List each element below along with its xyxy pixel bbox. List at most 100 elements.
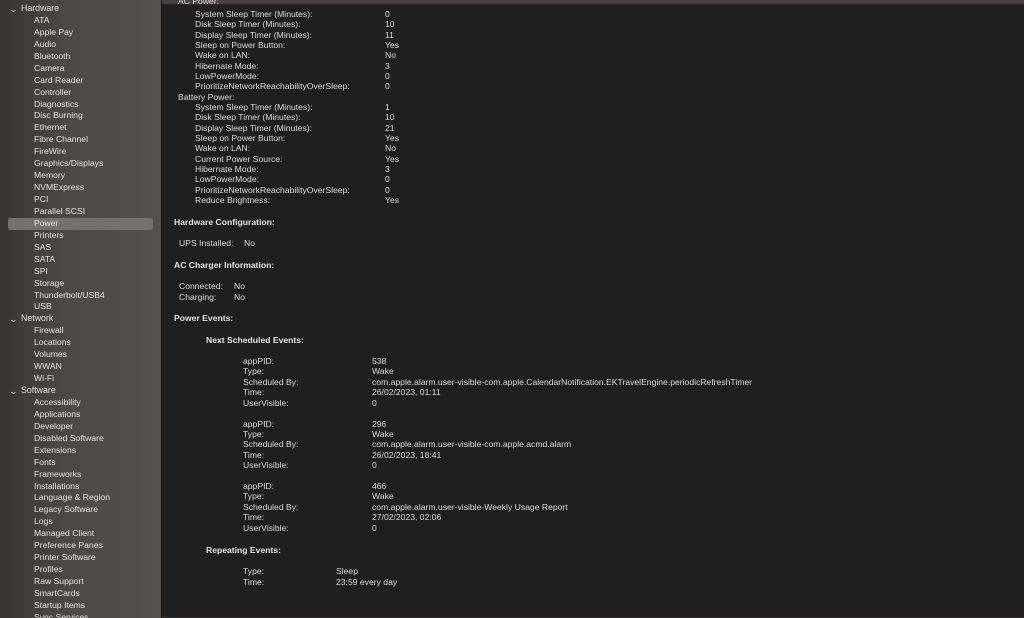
sidebar-item-fonts[interactable]: Fonts — [0, 457, 153, 469]
sidebar-item-graphics-displays[interactable]: Graphics/Displays — [0, 158, 153, 170]
sidebar-item-volumes[interactable]: Volumes — [0, 349, 153, 361]
scheduled-event-2-label: Time: — [243, 449, 265, 460]
hardware-configuration-heading: Hardware Configuration: — [174, 217, 275, 227]
battery-power-title: Battery Power: — [178, 92, 235, 102]
ac-power-setting-label: Display Sleep Timer (Minutes): — [195, 29, 313, 40]
sidebar-group-network[interactable]: ⌄ Network — [0, 313, 161, 325]
ac-power-setting-label: Wake on LAN: — [195, 50, 251, 61]
scheduled-event-2-value: 26/02/2023, 18:41 — [372, 449, 442, 460]
sidebar-item-logs[interactable]: Logs — [0, 516, 153, 528]
chevron-down-icon[interactable]: ⌄ — [9, 315, 22, 324]
sidebar-item-firewire[interactable]: FireWire — [0, 146, 153, 158]
battery-power-setting-value: 10 — [385, 112, 395, 123]
scheduled-event-2-value: com.apple.alarm.user-visible-com.apple.a… — [372, 439, 572, 450]
sidebar-item-card-reader[interactable]: Card Reader — [0, 75, 153, 87]
repeating-events-heading: Repeating Events: — [206, 545, 281, 555]
sidebar-item-profiles[interactable]: Profiles — [0, 564, 153, 576]
sidebar-item-memory[interactable]: Memory — [0, 170, 153, 182]
sidebar-group-label: Software — [21, 385, 56, 395]
sidebar-item-firewall[interactable]: Firewall — [0, 325, 153, 337]
ac-power-setting-value: 3 — [385, 60, 390, 71]
sidebar-item-disc-burning[interactable]: Disc Burning — [0, 110, 153, 122]
scheduled-event-1-value: 26/02/2023, 01:11 — [372, 387, 441, 398]
repeating-time-label: Time: — [243, 577, 265, 587]
sidebar-item-thunderbolt-usb4[interactable]: Thunderbolt/USB4 — [0, 290, 153, 302]
sidebar-item-usb[interactable]: USB — [0, 301, 153, 313]
scheduled-event-1-value: com.apple.alarm.user-visible-com.apple.C… — [372, 376, 753, 387]
sidebar-item-nvmexpress[interactable]: NVMExpress — [0, 182, 153, 194]
sidebar-item-accessibility[interactable]: Accessibility — [0, 397, 153, 409]
sidebar-item-fibre-channel[interactable]: Fibre Channel — [0, 134, 153, 146]
scheduled-event-1-label: Time: — [243, 387, 265, 398]
sidebar-item-printer-software[interactable]: Printer Software — [0, 552, 153, 564]
sidebar-item-apple-pay[interactable]: Apple Pay — [0, 27, 153, 39]
battery-power-setting-label: LowPowerMode: — [195, 174, 260, 185]
ac-power-setting-value: 0 — [385, 71, 390, 82]
scheduled-event-2-label: Type: — [243, 428, 265, 439]
sidebar-item-diagnostics[interactable]: Diagnostics — [0, 99, 153, 111]
sidebar-item-parallel-scsi[interactable]: Parallel SCSI — [0, 206, 153, 218]
scheduled-event-3-value: com.apple.alarm.user-visible-Weekly Usag… — [372, 501, 568, 512]
sidebar-item-storage[interactable]: Storage — [0, 278, 153, 290]
sidebar-item-startup-items[interactable]: Startup Items — [0, 600, 153, 612]
ups-installed-value: No — [244, 238, 255, 248]
ups-installed-label: UPS Installed: — [179, 238, 234, 248]
sidebar-item-language-region[interactable]: Language & Region — [0, 492, 153, 504]
scheduled-event-2-value: 296 — [372, 418, 387, 429]
sidebar-item-sync-services[interactable]: Sync Services — [0, 612, 153, 618]
battery-power-setting-label: Display Sleep Timer (Minutes): — [195, 122, 313, 133]
sidebar-item-camera[interactable]: Camera — [0, 63, 153, 75]
sidebar-item-applications[interactable]: Applications — [0, 409, 153, 421]
power-events-heading: Power Events: — [174, 313, 234, 323]
sidebar-item-locations[interactable]: Locations — [0, 337, 153, 349]
sidebar-item-legacy-software[interactable]: Legacy Software — [0, 504, 153, 516]
sidebar-item-disabled-software[interactable]: Disabled Software — [0, 433, 153, 445]
sidebar-group-software[interactable]: ⌄ Software — [0, 385, 161, 397]
sidebar-item-controller[interactable]: Controller — [0, 87, 153, 99]
scheduled-event-3-label: Scheduled By: — [243, 501, 299, 512]
battery-power-setting-label: Hibernate Mode: — [195, 164, 259, 175]
battery-power-setting-label: System Sleep Timer (Minutes): — [195, 102, 313, 112]
scheduled-event-3-label: Type: — [243, 491, 265, 502]
sidebar-item-sas[interactable]: SAS — [0, 242, 153, 254]
connected-value: No — [234, 281, 245, 291]
chevron-down-icon[interactable]: ⌄ — [9, 386, 22, 395]
ac-power-setting-label: PrioritizeNetworkReachabilityOverSleep: — [195, 81, 350, 92]
scheduled-event-3-label: UserVisible: — [243, 522, 289, 533]
sidebar-item-audio[interactable]: Audio — [0, 39, 153, 51]
scheduled-event-3-value: 0 — [372, 522, 377, 533]
sidebar-item-smartcards[interactable]: SmartCards — [0, 588, 153, 600]
sidebar-group-hardware[interactable]: ⌄ Hardware — [0, 3, 161, 15]
sidebar-item-spi[interactable]: SPI — [0, 266, 153, 278]
sidebar-item-bluetooth[interactable]: Bluetooth — [0, 51, 153, 63]
connected-label: Connected: — [179, 281, 223, 291]
scheduled-event-1-label: Type: — [243, 366, 265, 377]
sidebar-item-frameworks[interactable]: Frameworks — [0, 469, 153, 481]
sidebar-item-wwan[interactable]: WWAN — [0, 361, 153, 373]
scheduled-event-3-label: appPID: — [243, 481, 275, 491]
sidebar-item-sata[interactable]: SATA — [0, 254, 153, 266]
sidebar-item-ata[interactable]: ATA — [0, 15, 153, 27]
repeating-time-value: 23:59 every day — [336, 577, 398, 587]
sidebar-item-pci[interactable]: PCI — [0, 194, 153, 206]
battery-power-setting-value: Yes — [385, 153, 400, 164]
sidebar-item-ethernet[interactable]: Ethernet — [0, 122, 153, 134]
ac-power-setting-value: Yes — [385, 40, 400, 51]
sidebar-item-developer[interactable]: Developer — [0, 421, 153, 433]
ac-power-setting-label: Sleep on Power Button: — [195, 40, 286, 51]
charging-value: No — [234, 292, 245, 302]
sidebar-item-preference-panes[interactable]: Preference Panes — [0, 540, 153, 552]
sidebar-item-wi-fi[interactable]: Wi-Fi — [0, 373, 153, 385]
sidebar-item-raw-support[interactable]: Raw Support — [0, 576, 153, 588]
repeating-type-value: Sleep — [336, 566, 358, 576]
scheduled-event-1-label: appPID: — [243, 356, 275, 366]
sidebar-item-installations[interactable]: Installations — [0, 481, 153, 493]
power-detail-pane: AC Power: System Sleep Timer (Minutes): 0… — [162, 0, 1024, 618]
scheduled-event-2-label: Scheduled By: — [243, 439, 299, 450]
chevron-down-icon[interactable]: ⌄ — [9, 4, 22, 13]
sidebar-item-extensions[interactable]: Extensions — [0, 445, 153, 457]
sidebar-item-power[interactable]: Power — [8, 217, 153, 230]
sidebar-item-printers[interactable]: Printers — [0, 230, 153, 242]
sidebar-item-managed-client[interactable]: Managed Client — [0, 528, 153, 540]
ac-charger-heading: AC Charger Information: — [174, 260, 275, 270]
